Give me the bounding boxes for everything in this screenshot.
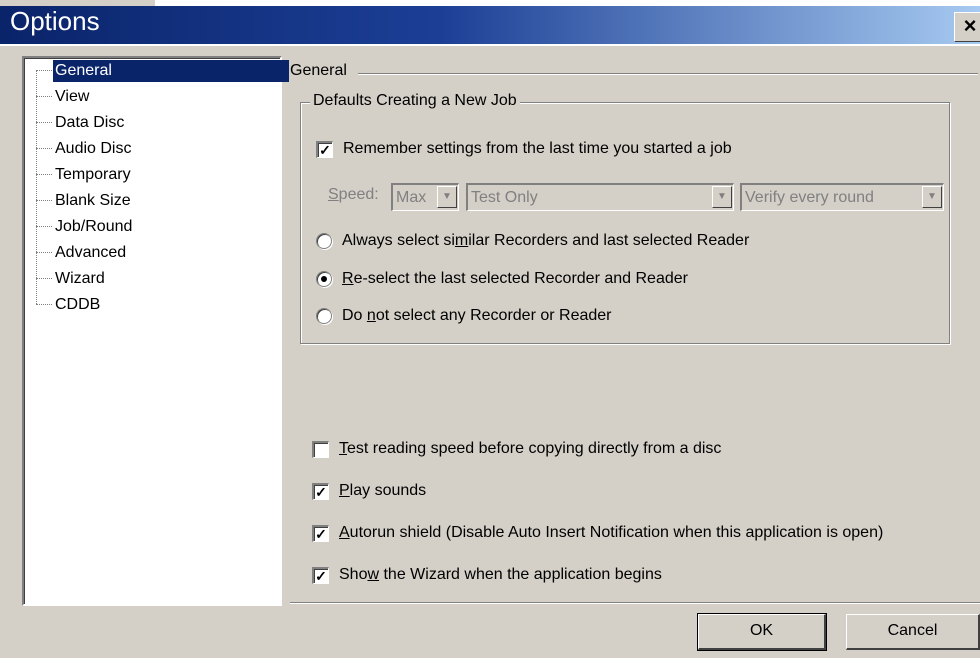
radio-circle xyxy=(316,233,332,249)
radio-circle xyxy=(316,308,332,324)
radio-label: Re-select the last selected Recorder and… xyxy=(342,270,688,287)
tree-item-label: CDDB xyxy=(55,296,101,313)
tree-item-audio-disc[interactable]: Audio Disc xyxy=(36,136,276,160)
window-title: Options xyxy=(10,6,100,36)
checkbox-box: ✓ xyxy=(312,524,329,542)
tree-item-job-round[interactable]: Job/Round xyxy=(36,214,276,238)
tree-item-wizard[interactable]: Wizard xyxy=(36,266,276,290)
tree-item-label: Job/Round xyxy=(55,218,133,235)
groupbox-legend: Defaults Creating a New Job xyxy=(310,92,520,110)
verify-select-value: Verify every round xyxy=(745,189,874,206)
show-wizard-checkbox[interactable]: ✓ Show the Wizard when the application b… xyxy=(312,566,662,584)
radio-reselect-last[interactable]: Re-select the last selected Recorder and… xyxy=(316,270,688,288)
checkbox-box: ✓ xyxy=(312,566,329,584)
checkbox-label: Play sounds xyxy=(339,482,427,499)
tree-item-label: Data Disc xyxy=(55,114,125,131)
tree-item-label: Blank Size xyxy=(55,192,131,209)
tree-item-view[interactable]: View xyxy=(36,84,276,108)
radio-do-not-select[interactable]: Do not select any Recorder or Reader xyxy=(316,307,611,325)
tree-item-label: Audio Disc xyxy=(55,140,132,157)
chevron-down-icon[interactable]: ▼ xyxy=(922,186,942,208)
tree-item-label: Advanced xyxy=(55,244,127,261)
tree-item-label: Temporary xyxy=(55,166,131,183)
remember-settings-checkbox[interactable]: ✓ Remember settings from the last time y… xyxy=(316,140,732,158)
bottom-divider xyxy=(290,602,980,604)
tree-item-temporary[interactable]: Temporary xyxy=(36,162,276,186)
section-divider xyxy=(358,73,978,75)
tree-item-label: View xyxy=(55,88,90,105)
checkbox-label: Remember settings from the last time you… xyxy=(343,140,732,157)
checkbox-label: Test reading speed before copying direct… xyxy=(339,440,722,457)
tree-item-advanced[interactable]: Advanced xyxy=(36,240,276,264)
speed-select-value: Max xyxy=(396,189,427,206)
tree-item-data-disc[interactable]: Data Disc xyxy=(36,110,276,134)
mode-select-value: Test Only xyxy=(471,189,538,206)
ok-button[interactable]: OK xyxy=(697,613,827,651)
category-tree[interactable]: General View Data Disc Audio Disc Tempor… xyxy=(22,56,289,606)
verify-select[interactable]: Verify every round ▼ xyxy=(740,183,944,211)
top-border xyxy=(0,0,980,6)
title-bar: Options xyxy=(0,0,980,46)
speed-label: Speed: xyxy=(328,186,379,203)
close-icon: × xyxy=(963,13,977,38)
tree-item-label: Wizard xyxy=(55,270,105,287)
tree-item-blank-size[interactable]: Blank Size xyxy=(36,188,276,212)
tree-item-cddb[interactable]: CDDB xyxy=(36,292,276,316)
section-title: General xyxy=(290,62,347,79)
checkbox-box xyxy=(312,440,329,458)
play-sounds-checkbox[interactable]: ✓ Play sounds xyxy=(312,482,426,500)
cancel-button[interactable]: Cancel xyxy=(846,614,980,650)
chevron-down-icon[interactable]: ▼ xyxy=(712,186,732,208)
close-button[interactable]: × xyxy=(954,12,980,42)
speed-select[interactable]: Max ▼ xyxy=(391,183,459,211)
test-reading-speed-checkbox[interactable]: Test reading speed before copying direct… xyxy=(312,440,721,458)
radio-label: Do not select any Recorder or Reader xyxy=(342,307,612,324)
tree-item-label: General xyxy=(53,60,289,82)
autorun-shield-checkbox[interactable]: ✓ Autorun shield (Disable Auto Insert No… xyxy=(312,524,883,542)
radio-circle xyxy=(316,271,332,287)
checkbox-label: Show the Wizard when the application beg… xyxy=(339,566,662,583)
checkbox-box: ✓ xyxy=(316,140,333,158)
mode-select[interactable]: Test Only ▼ xyxy=(466,183,734,211)
chevron-down-icon[interactable]: ▼ xyxy=(437,186,457,208)
tree-item-general[interactable]: General xyxy=(36,58,289,82)
radio-always-select-similar[interactable]: Always select similar Recorders and last… xyxy=(316,232,749,250)
checkbox-label: Autorun shield (Disable Auto Insert Noti… xyxy=(339,524,884,541)
checkbox-box: ✓ xyxy=(312,482,329,500)
radio-label: Always select similar Recorders and last… xyxy=(342,232,750,249)
